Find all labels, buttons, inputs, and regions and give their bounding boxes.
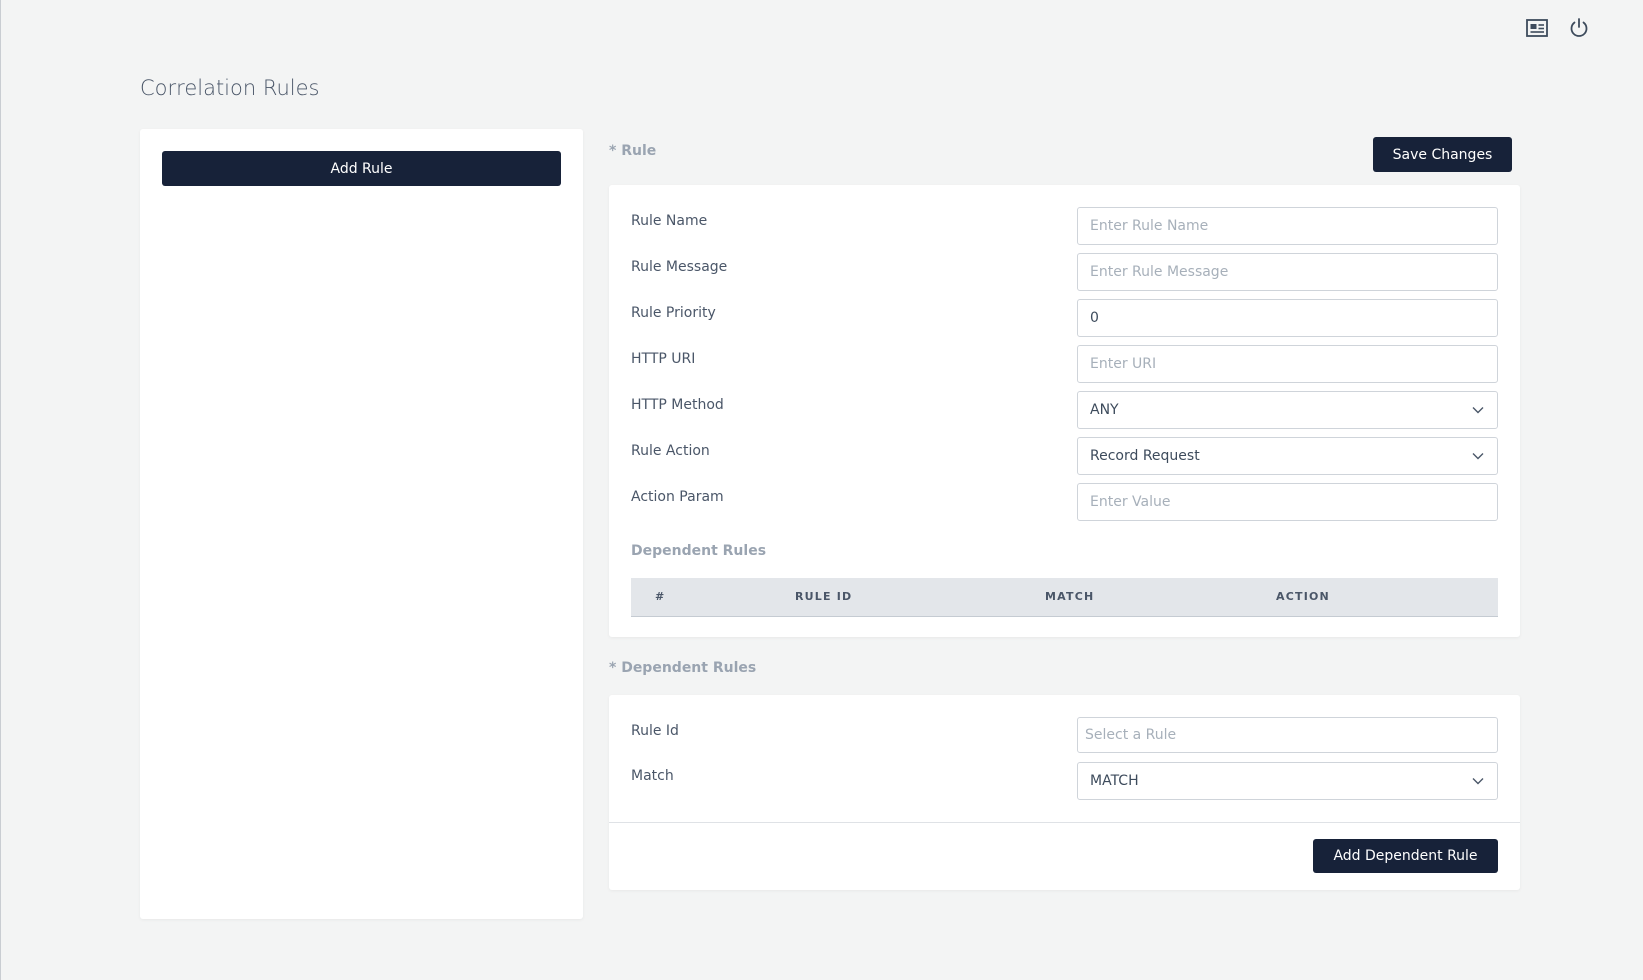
rule-action-value: Record Request [1090, 448, 1200, 464]
rule-id-label: Rule Id [631, 723, 679, 739]
add-dependent-rule-button[interactable]: Add Dependent Rule [1313, 839, 1498, 873]
http-method-label: HTTP Method [631, 397, 724, 413]
rule-id-select[interactable]: Select a Rule [1077, 717, 1498, 753]
news-icon[interactable] [1525, 16, 1549, 40]
http-method-value: ANY [1090, 402, 1119, 418]
column-header-rule-id: RULE ID [795, 590, 853, 603]
rule-form-card: Rule Name Enter Rule Name Rule Message E… [609, 185, 1520, 637]
http-method-row: HTTP Method ANY [631, 391, 1498, 429]
rules-list-panel: Add Rule [140, 129, 583, 919]
dependent-rules-table-header: # RULE ID MATCH ACTION [631, 578, 1498, 617]
rule-priority-row: Rule Priority 0 [631, 299, 1498, 337]
rule-id-row: Rule Id Select a Rule [631, 717, 1498, 755]
action-param-label: Action Param [631, 489, 724, 505]
rule-name-input[interactable]: Enter Rule Name [1077, 207, 1498, 245]
http-uri-input[interactable]: Enter URI [1077, 345, 1498, 383]
header-actions [1525, 16, 1591, 40]
chevron-down-icon [1472, 778, 1484, 785]
match-select[interactable]: MATCH [1077, 762, 1498, 800]
power-icon[interactable] [1567, 16, 1591, 40]
match-value: MATCH [1090, 773, 1139, 789]
chevron-down-icon [1472, 453, 1484, 460]
save-changes-button[interactable]: Save Changes [1373, 137, 1512, 172]
rule-name-label: Rule Name [631, 213, 708, 229]
http-method-select[interactable]: ANY [1077, 391, 1498, 429]
rule-action-select[interactable]: Record Request [1077, 437, 1498, 475]
http-uri-label: HTTP URI [631, 351, 696, 367]
rule-action-label: Rule Action [631, 443, 710, 459]
dependent-rule-form-card: Rule Id Select a Rule Match MATCH Add De… [609, 695, 1520, 890]
http-uri-row: HTTP URI Enter URI [631, 345, 1498, 383]
rule-priority-input[interactable]: 0 [1077, 299, 1498, 337]
chevron-down-icon [1472, 407, 1484, 414]
page-title: Correlation Rules [140, 76, 320, 100]
column-header-action: ACTION [1276, 590, 1330, 603]
card-divider [609, 822, 1520, 823]
action-param-row: Action Param Enter Value [631, 483, 1498, 521]
match-label: Match [631, 768, 674, 784]
rule-message-row: Rule Message Enter Rule Message [631, 253, 1498, 291]
rule-message-label: Rule Message [631, 259, 728, 275]
rule-section-label: * Rule [609, 143, 657, 159]
column-header-match: MATCH [1045, 590, 1095, 603]
dependent-rules-subtitle: Dependent Rules [631, 543, 767, 559]
dependent-section-label: * Dependent Rules [609, 660, 757, 676]
rule-name-row: Rule Name Enter Rule Name [631, 207, 1498, 245]
rule-action-row: Rule Action Record Request [631, 437, 1498, 475]
match-row: Match MATCH [631, 762, 1498, 800]
rule-priority-label: Rule Priority [631, 305, 716, 321]
rule-message-input[interactable]: Enter Rule Message [1077, 253, 1498, 291]
add-rule-button[interactable]: Add Rule [162, 151, 561, 186]
page-left-border [0, 0, 1, 980]
column-header-index: # [655, 590, 666, 603]
action-param-input[interactable]: Enter Value [1077, 483, 1498, 521]
